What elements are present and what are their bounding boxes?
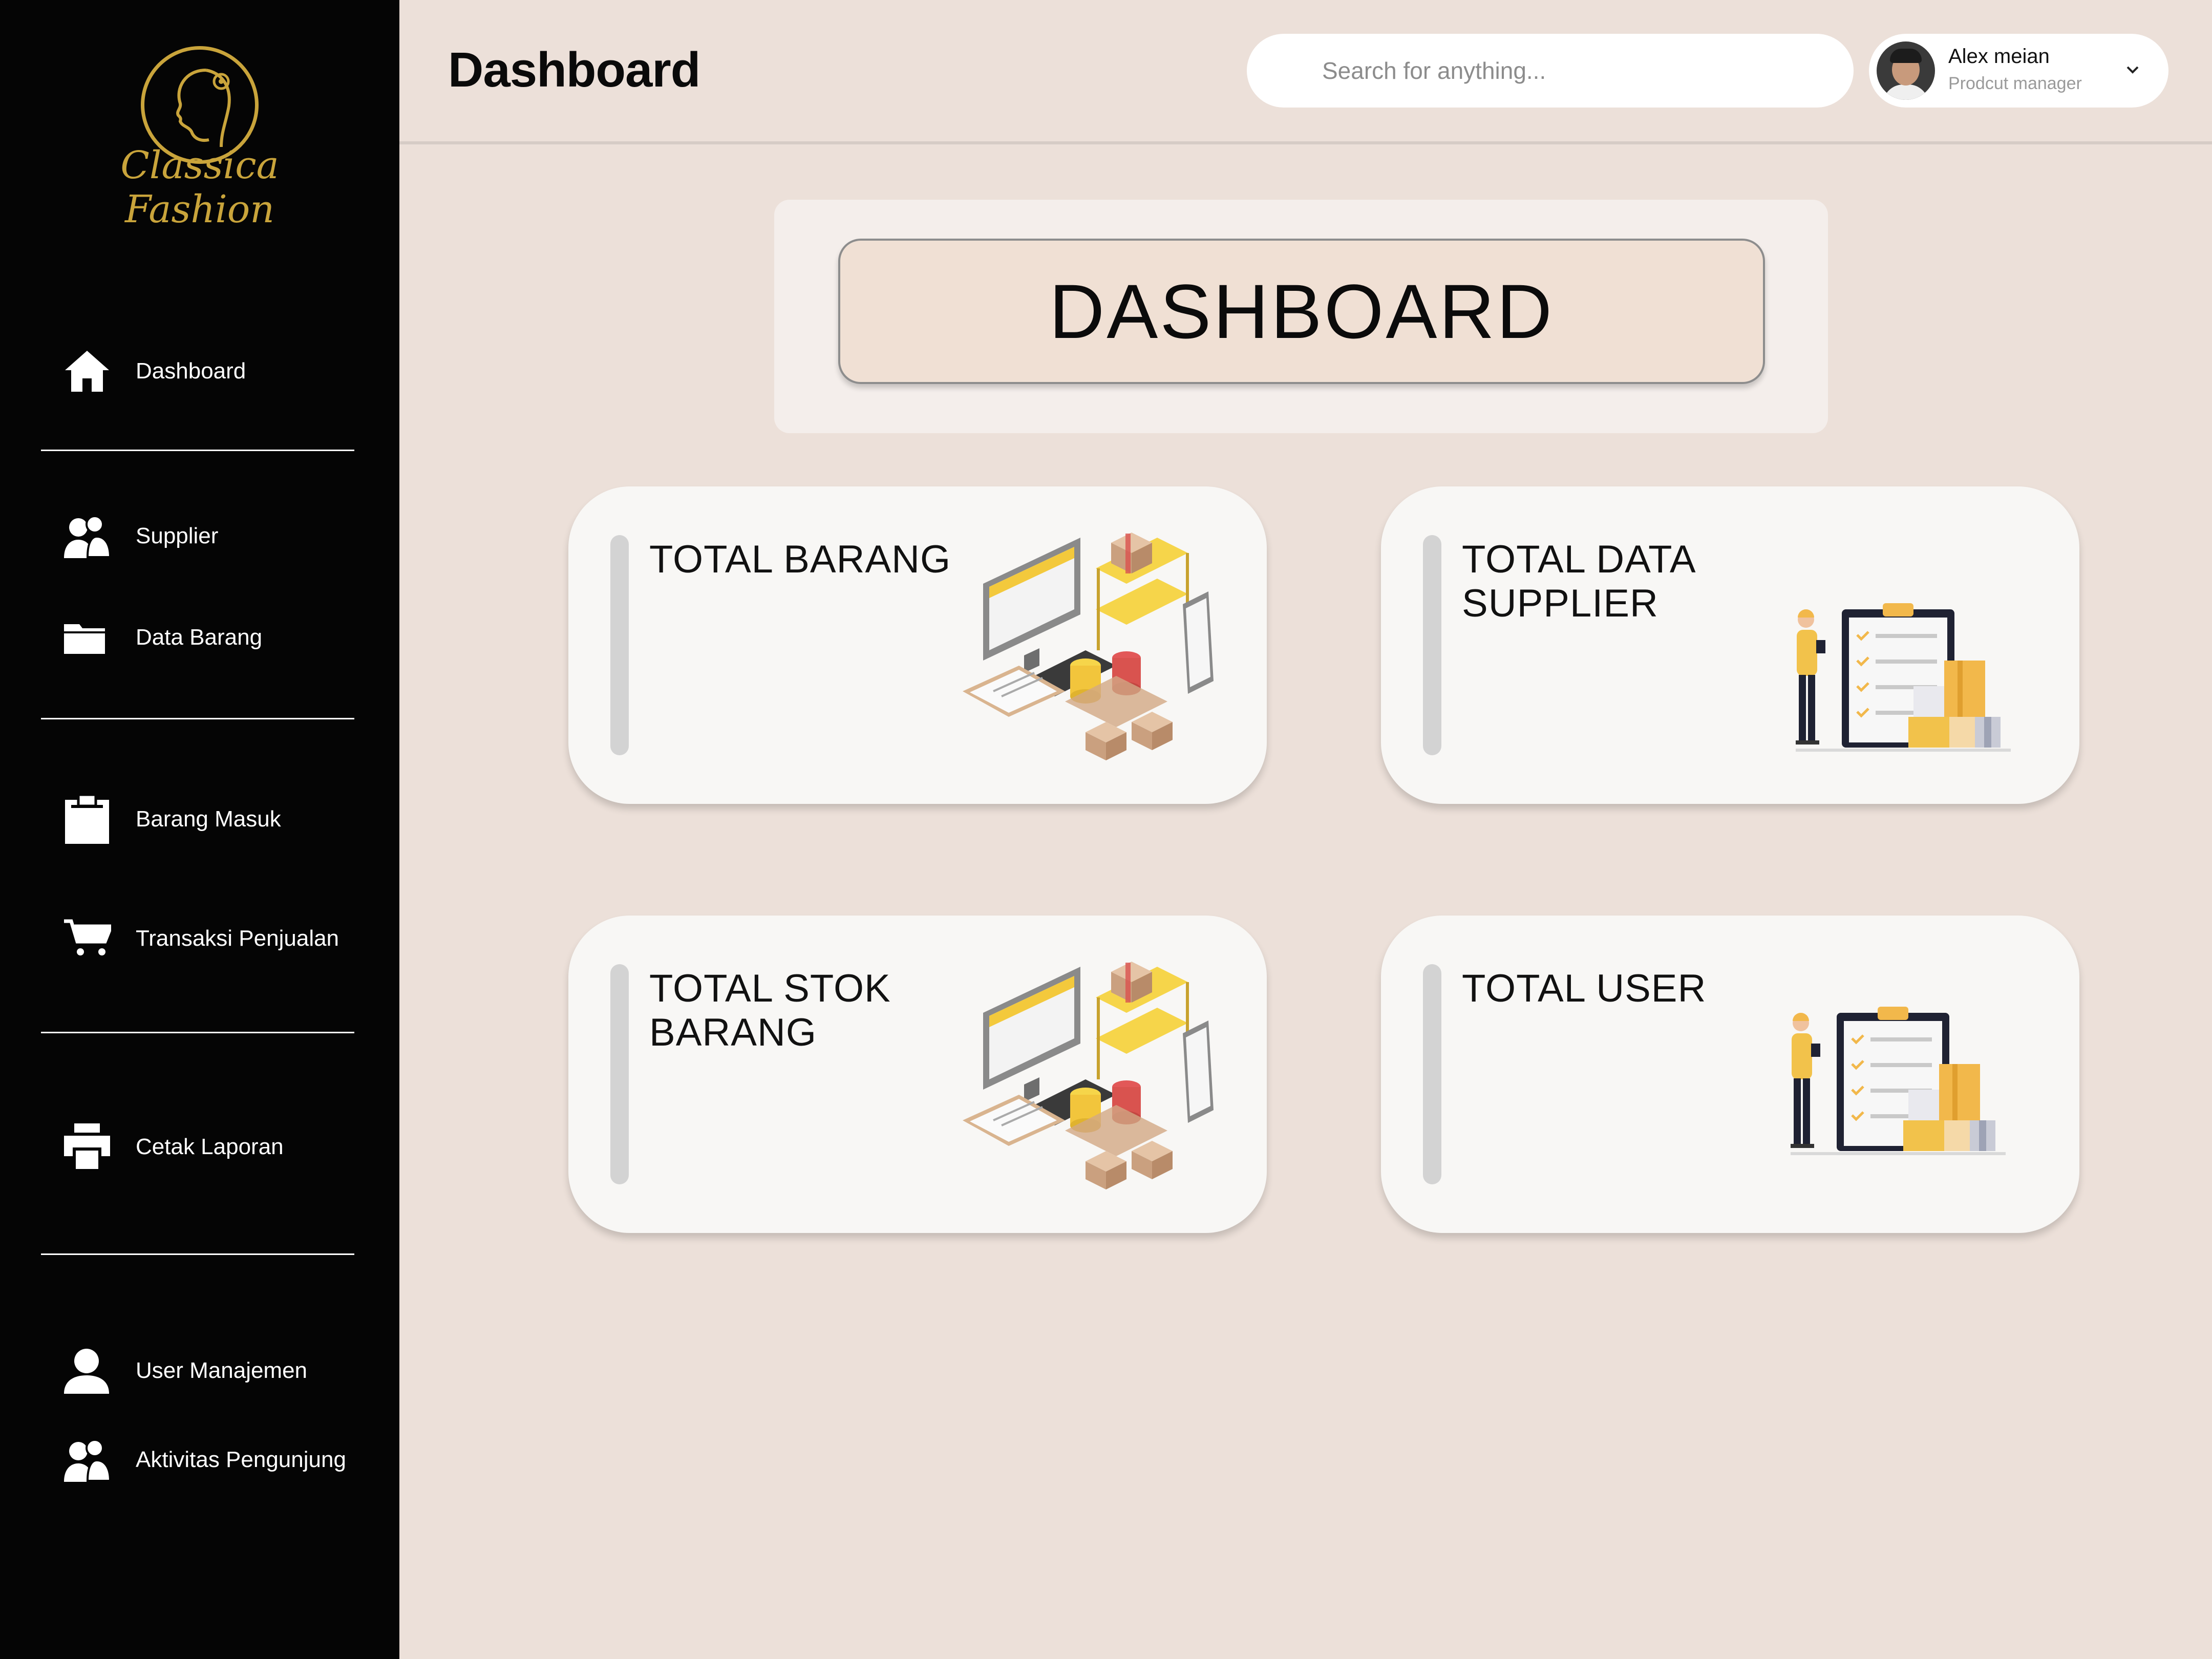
checklist-illustration (1791, 1007, 2006, 1155)
card-accent-bar (1423, 964, 1441, 1184)
card-accent-bar (610, 964, 629, 1184)
user-icon (64, 1345, 115, 1396)
checklist-illustration (1796, 603, 2011, 752)
card-total-stok-barang[interactable]: TOTAL STOK BARANG (568, 916, 1267, 1233)
sidebar-item-data-barang[interactable]: Data Barang (64, 609, 262, 666)
sidebar: Classica Fashion Dashboard Supplier Data… (0, 0, 399, 1659)
clipboard-icon (64, 794, 115, 845)
brand-logo: Classica Fashion (77, 41, 323, 231)
sidebar-item-supplier[interactable]: Supplier (64, 508, 218, 564)
users-icon (64, 1434, 115, 1485)
search-input[interactable] (1321, 56, 1854, 85)
warehouse-illustration (963, 533, 1214, 760)
avatar (1877, 41, 1935, 100)
sidebar-divider (41, 1032, 354, 1033)
card-total-data-supplier[interactable]: TOTAL DATA SUPPLIER (1381, 486, 2079, 804)
sidebar-item-label: Supplier (136, 523, 219, 548)
card-title: TOTAL USER (1462, 967, 1707, 1010)
sidebar-item-label: Dashboard (136, 358, 246, 384)
user-role: Prodcut manager (1948, 74, 2082, 93)
user-profile-dropdown[interactable]: Alex meian Prodcut manager (1869, 34, 2168, 108)
sidebar-item-barang-masuk[interactable]: Barang Masuk (64, 791, 281, 847)
search-bar[interactable] (1247, 34, 1854, 108)
sidebar-item-cetak-laporan[interactable]: Cetak Laporan (64, 1119, 284, 1175)
card-title: TOTAL STOK BARANG (649, 967, 891, 1054)
card-title: TOTAL BARANG (649, 538, 951, 581)
sidebar-item-user-manajemen[interactable]: User Manajemen (64, 1343, 307, 1399)
sidebar-item-label: User Manajemen (136, 1358, 308, 1383)
sidebar-item-label: Data Barang (136, 625, 263, 650)
sidebar-item-transaksi-penjualan[interactable]: Transaksi Penjualan (64, 910, 339, 967)
brand-name: Classica Fashion (120, 143, 279, 231)
dashboard-banner: DASHBOARD (838, 239, 1765, 384)
printer-icon (64, 1121, 115, 1173)
sidebar-divider (41, 718, 354, 719)
card-total-user[interactable]: TOTAL USER (1381, 916, 2079, 1233)
page-title: Dashboard (448, 42, 700, 97)
card-total-barang[interactable]: TOTAL BARANG (568, 486, 1267, 804)
card-accent-bar (1423, 535, 1441, 755)
banner-container: DASHBOARD (774, 200, 1828, 433)
warehouse-illustration (963, 962, 1214, 1189)
sidebar-divider (41, 1253, 354, 1255)
folder-icon (64, 612, 115, 663)
card-accent-bar (610, 535, 629, 755)
sidebar-divider (41, 450, 354, 451)
user-name: Alex meian (1948, 45, 2050, 68)
banner-title: DASHBOARD (1049, 268, 1555, 354)
cart-icon (64, 913, 115, 964)
home-icon (64, 346, 115, 397)
chevron-down-icon[interactable] (2122, 59, 2143, 80)
card-title: TOTAL DATA SUPPLIER (1462, 538, 1696, 625)
sidebar-item-aktivitas-pengunjung[interactable]: Aktivitas Pengunjung (64, 1432, 346, 1488)
sidebar-item-dashboard[interactable]: Dashboard (64, 343, 246, 399)
sidebar-item-label: Barang Masuk (136, 806, 281, 832)
sidebar-item-label: Cetak Laporan (136, 1134, 284, 1159)
sidebar-item-label: Aktivitas Pengunjung (136, 1447, 346, 1472)
users-icon (64, 511, 115, 562)
sidebar-item-label: Transaksi Penjualan (136, 926, 339, 951)
